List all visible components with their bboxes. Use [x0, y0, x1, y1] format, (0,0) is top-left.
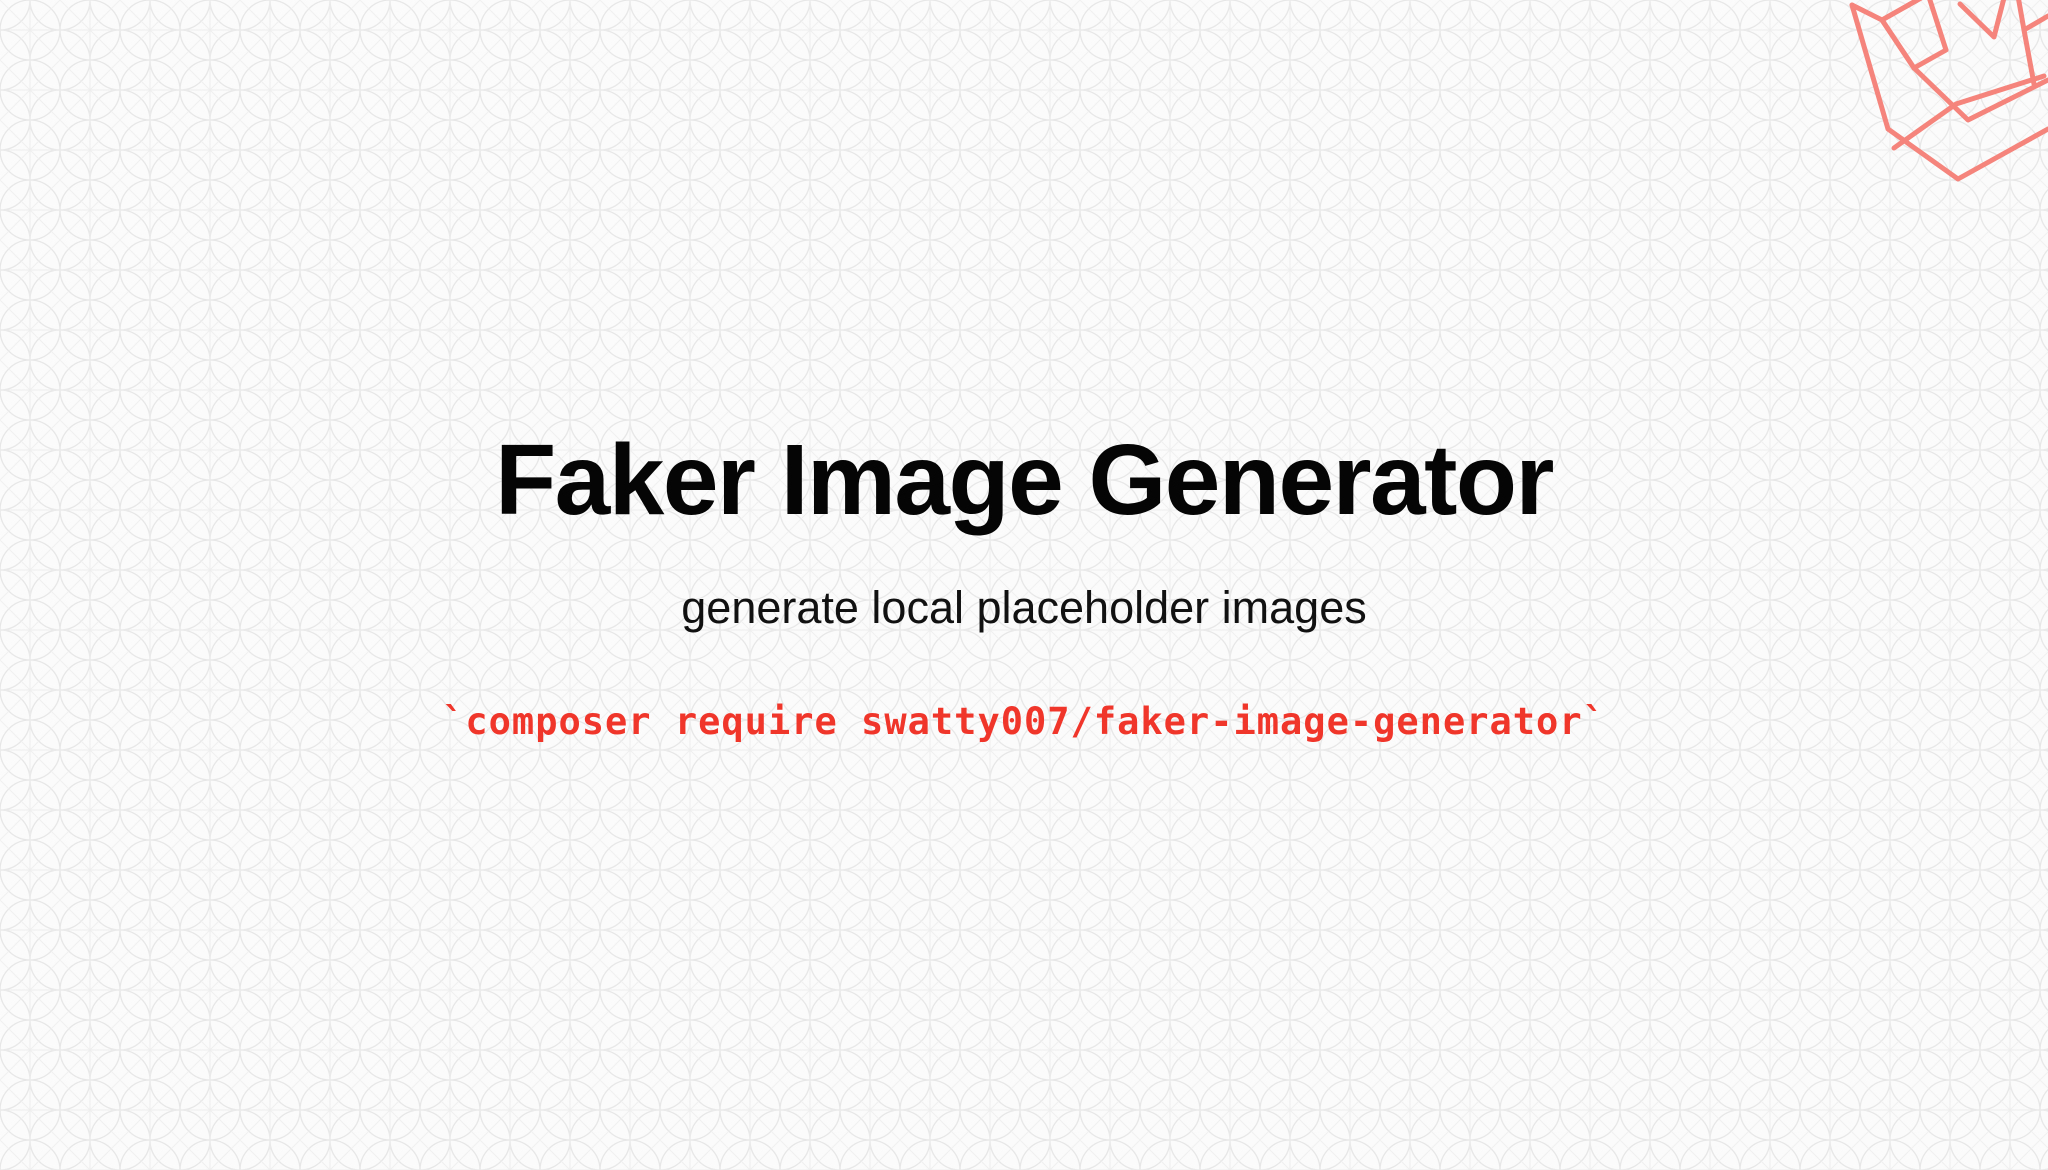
page-title: Faker Image Generator: [495, 424, 1554, 536]
page-subtitle: generate local placeholder images: [681, 582, 1367, 633]
install-command: `composer require swatty007/faker-image-…: [442, 700, 1606, 743]
hero-section: Faker Image Generator generate local pla…: [0, 0, 2048, 1170]
